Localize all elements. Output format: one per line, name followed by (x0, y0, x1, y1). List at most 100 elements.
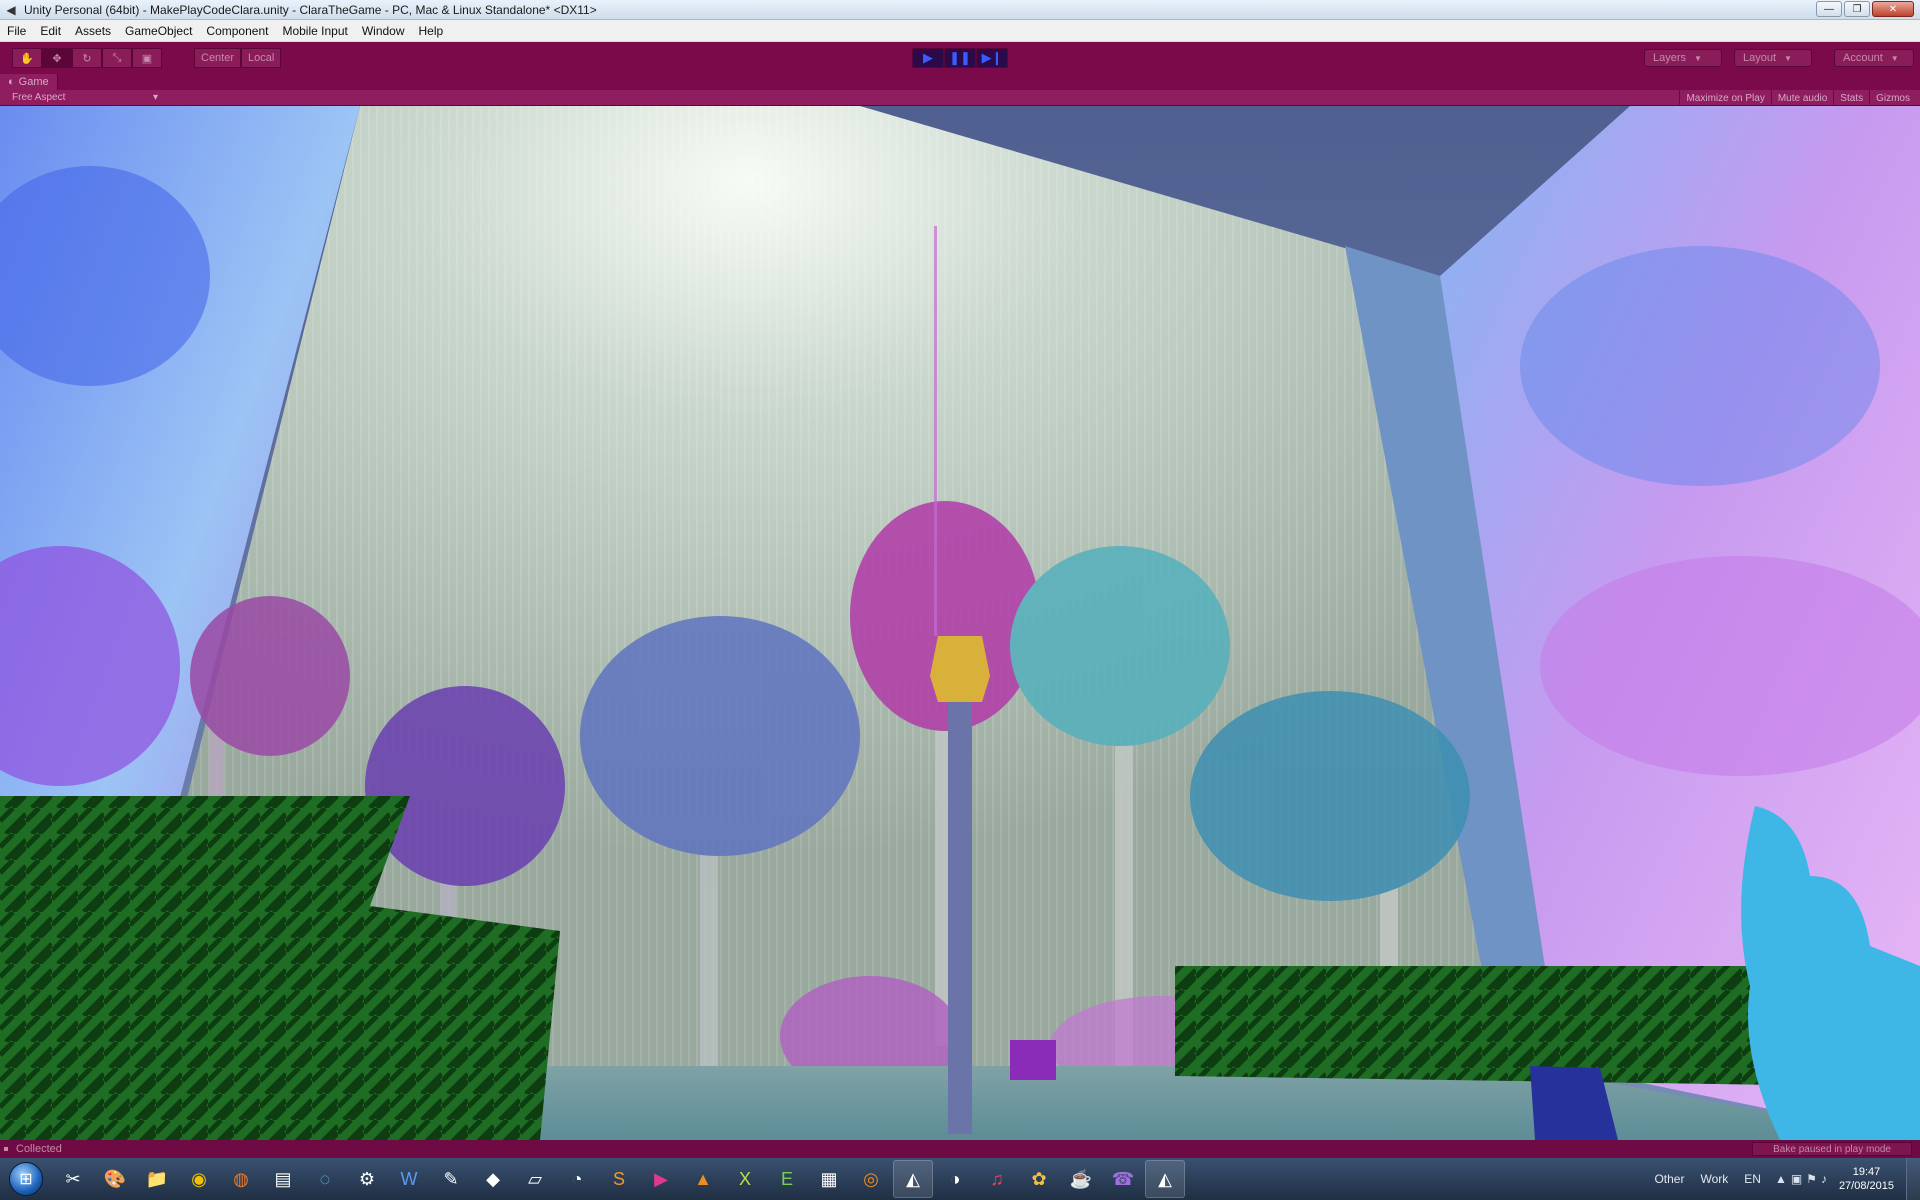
menu-window[interactable]: Window (355, 20, 412, 42)
evernote-icon[interactable]: E (767, 1160, 807, 1198)
flag-icon[interactable]: ⚑ (1806, 1172, 1817, 1186)
aspect-dropdown[interactable]: Free Aspect ▾ (0, 92, 170, 103)
aspect-label: Free Aspect (12, 92, 66, 103)
xnview-icon[interactable]: X (725, 1160, 765, 1198)
steam-icon[interactable]: ⚙ (347, 1160, 387, 1198)
terminal-icon[interactable]: ▤ (263, 1160, 303, 1198)
status-bar: Collected Bake paused in play mode (0, 1140, 1920, 1158)
show-desktop-button[interactable] (1906, 1158, 1920, 1200)
gimp-icon[interactable]: ◔ (557, 1160, 597, 1198)
windows-logo-icon: ⊞ (9, 1162, 43, 1196)
tab-game-label: Game (18, 76, 49, 88)
unity-icon[interactable]: ◭ (893, 1160, 933, 1198)
hand-tool-button[interactable]: ✋ (12, 48, 42, 68)
viber-icon[interactable]: ☎ (1103, 1160, 1143, 1198)
play-button[interactable]: ▶ (912, 48, 944, 68)
sync-icon[interactable]: ◌ (305, 1160, 345, 1198)
menu-mobile-input[interactable]: Mobile Input (275, 20, 354, 42)
window-title: Unity Personal (64bit) - MakePlayCodeCla… (24, 2, 597, 17)
status-icon (4, 1147, 8, 1151)
pinned-apps: ✂ 🎨 📁 ◉ ◍ ▤ ◌ ⚙ W ✎ ◆ ▱ ◔ S ▶ ▲ X E ▦ ◎ … (52, 1158, 1186, 1200)
scale-tool-button[interactable]: ⤡ (102, 48, 132, 68)
account-dropdown[interactable]: Account ▼ (1834, 49, 1914, 67)
layers-dropdown[interactable]: Layers ▼ (1644, 49, 1722, 67)
layout-dropdown[interactable]: Layout ▼ (1734, 49, 1812, 67)
menu-gameobject[interactable]: GameObject (118, 20, 199, 42)
folder-icon[interactable]: 📁 (137, 1160, 177, 1198)
editor-icon[interactable]: ✎ (431, 1160, 471, 1198)
notes-icon[interactable]: ▱ (515, 1160, 555, 1198)
transform-tools: ✋ ✥ ↻ ⤡ ▣ (12, 48, 162, 68)
clock[interactable]: 19:47 27/08/2015 (1833, 1165, 1906, 1193)
clock-time: 19:47 (1852, 1166, 1881, 1178)
tab-game[interactable]: ◐ Game (0, 74, 58, 90)
stats-toggle[interactable]: Stats (1833, 90, 1869, 106)
vlc-icon[interactable]: ▲ (683, 1160, 723, 1198)
game-view-toggles: Maximize on Play Mute audio Stats Gizmos (1679, 90, 1916, 106)
maximize-button[interactable]: ❐ (1844, 1, 1870, 17)
picasa-icon[interactable]: ✿ (1019, 1160, 1059, 1198)
blender-icon[interactable]: ◎ (851, 1160, 891, 1198)
layers-label: Layers (1653, 52, 1687, 64)
menu-component[interactable]: Component (199, 20, 275, 42)
move-icon: ✥ (52, 52, 62, 65)
start-button[interactable]: ⊞ (0, 1158, 52, 1200)
gizmos-dropdown[interactable]: Gizmos (1869, 90, 1916, 106)
pdf-icon[interactable]: ▦ (809, 1160, 849, 1198)
chevron-down-icon: ▼ (1694, 53, 1702, 63)
close-button[interactable]: ✕ (1872, 1, 1914, 17)
pause-icon: ❚❚ (949, 50, 971, 65)
pivot-center-button[interactable]: Center (194, 48, 242, 68)
unity-active-icon[interactable]: ◭ (1145, 1160, 1185, 1198)
rotate-icon: ↻ (82, 52, 92, 65)
menu-help[interactable]: Help (412, 20, 451, 42)
play-icon: ▶ (923, 50, 933, 65)
pivot-toggles: Center Local (194, 48, 282, 68)
scale-icon: ⤡ (112, 51, 122, 64)
step-icon: ▶❙ (981, 50, 1003, 65)
maximize-on-play-toggle[interactable]: Maximize on Play (1679, 90, 1770, 106)
unity-logo-icon: ◀ (6, 2, 16, 17)
toolbar-work[interactable]: Work (1692, 1172, 1736, 1186)
inkscape-icon[interactable]: ◆ (473, 1160, 513, 1198)
chevron-down-icon: ▼ (1784, 53, 1792, 63)
move-tool-button[interactable]: ✥ (42, 48, 72, 68)
itunes-icon[interactable]: ♫ (977, 1160, 1017, 1198)
window-controls: — ❐ ✕ (1816, 1, 1914, 17)
center-label: Center (201, 52, 235, 64)
main-toolbar: ✋ ✥ ↻ ⤡ ▣ Center Local ▶ ❚❚ ▶❙ Layers ▼ L… (0, 42, 1920, 74)
chevron-up-icon[interactable]: ▲ (1775, 1172, 1787, 1186)
firefox-icon[interactable]: ◍ (221, 1160, 261, 1198)
pause-button[interactable]: ❚❚ (944, 48, 976, 68)
media-icon[interactable]: ▶ (641, 1160, 681, 1198)
game-view-controls: Free Aspect ▾ Maximize on Play Mute audi… (0, 90, 1920, 106)
game-tab-bar: ◐ Game (0, 74, 1920, 90)
mute-audio-toggle[interactable]: Mute audio (1770, 90, 1833, 106)
chevron-down-icon: ▼ (1890, 53, 1899, 63)
account-label: Account (1843, 52, 1883, 64)
menu-file[interactable]: File (0, 20, 33, 42)
status-message[interactable]: Collected (16, 1143, 62, 1155)
step-button[interactable]: ▶❙ (976, 48, 1008, 68)
pivot-local-button[interactable]: Local (241, 48, 282, 68)
menu-edit[interactable]: Edit (33, 20, 68, 42)
volume-icon[interactable]: ♪ (1821, 1172, 1827, 1186)
rect-tool-button[interactable]: ▣ (132, 48, 162, 68)
paint-icon[interactable]: 🎨 (95, 1160, 135, 1198)
game-icon: ◐ (8, 76, 15, 88)
genie-icon[interactable]: ☕ (1061, 1160, 1101, 1198)
window-titlebar: ◀ Unity Personal (64bit) - MakePlayCodeC… (0, 0, 1920, 20)
scissors-icon[interactable]: ✂ (53, 1160, 93, 1198)
minimize-button[interactable]: — (1816, 1, 1842, 17)
playback-controls: ▶ ❚❚ ▶❙ (912, 48, 1008, 68)
chrome-icon[interactable]: ◉ (179, 1160, 219, 1198)
word-icon[interactable]: W (389, 1160, 429, 1198)
tool-icon[interactable]: ◑ (935, 1160, 975, 1198)
sublime-icon[interactable]: S (599, 1160, 639, 1198)
toolbar-other[interactable]: Other (1646, 1172, 1692, 1186)
network-icon[interactable]: ▣ (1791, 1172, 1802, 1186)
rotate-tool-button[interactable]: ↻ (72, 48, 102, 68)
game-viewport[interactable] (0, 106, 1920, 1140)
menu-assets[interactable]: Assets (68, 20, 118, 42)
language-indicator[interactable]: EN (1736, 1172, 1769, 1186)
